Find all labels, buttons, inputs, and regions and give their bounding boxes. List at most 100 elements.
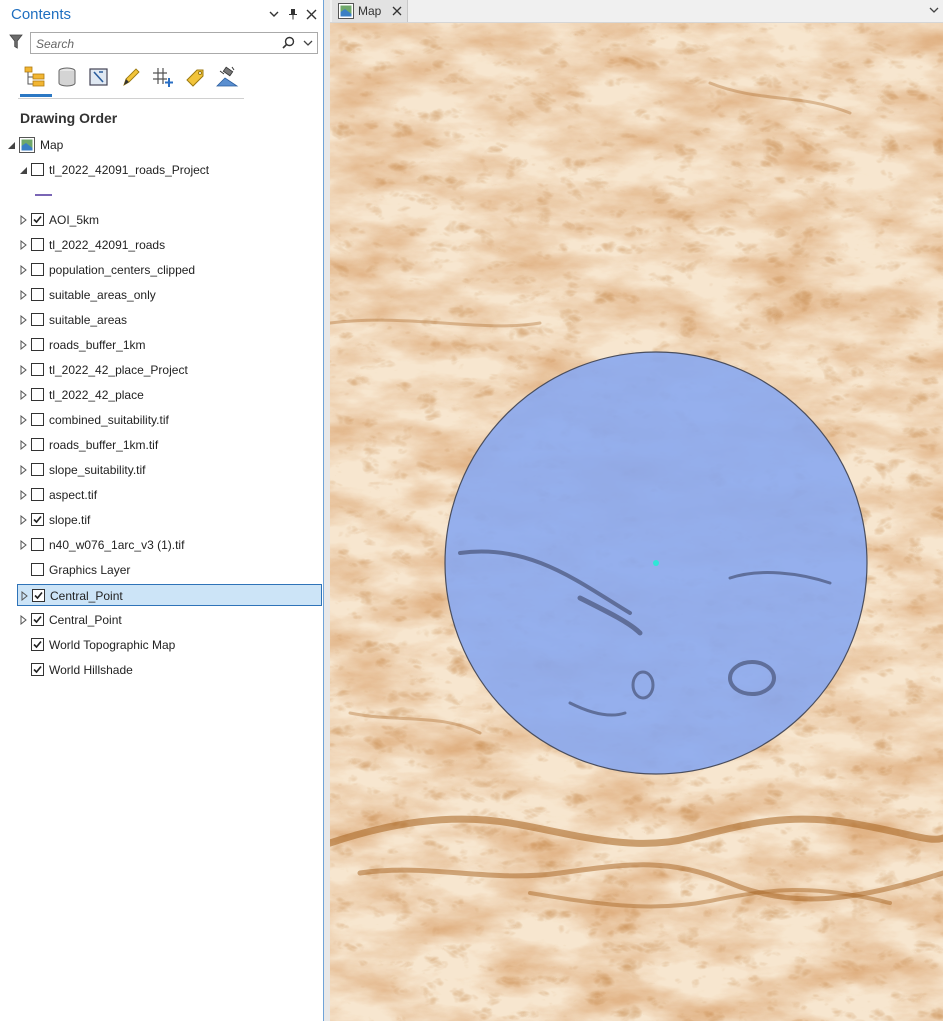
layer-row[interactable]: roads_buffer_1km.tif [0,434,324,456]
expand-arrow-icon[interactable] [19,290,28,300]
search-input[interactable] [34,34,278,54]
expand-arrow-icon[interactable] [19,615,28,625]
pin-icon[interactable] [285,6,301,22]
search-icon[interactable] [282,36,295,52]
layer-row[interactable]: slope_suitability.tif [0,459,324,481]
active-view-indicator [20,94,52,97]
filter-icon[interactable] [9,34,23,53]
layer-visibility-checkbox[interactable] [31,538,44,551]
expand-arrow-icon[interactable] [19,465,28,475]
drawing-order-heading: Drawing Order [20,110,118,126]
expand-arrow-icon[interactable] [19,490,28,500]
map-icon [19,137,35,153]
search-box[interactable] [30,32,318,54]
layer-name: Central_Point [49,613,122,627]
layer-name: population_centers_clipped [49,263,196,277]
layer-name: n40_w076_1arc_v3 (1).tif [49,538,185,552]
layer-visibility-checkbox[interactable] [31,313,44,326]
list-by-labeling-icon[interactable] [182,64,208,90]
expand-arrow-icon[interactable] [20,591,29,601]
layer-visibility-checkbox[interactable] [31,363,44,376]
map-canvas[interactable] [330,23,943,1021]
layer-visibility-checkbox[interactable] [31,413,44,426]
layer-visibility-checkbox[interactable] [31,563,44,576]
list-by-perspective-imagery-icon[interactable] [214,64,240,90]
layer-row[interactable]: Graphics Layer [0,559,324,581]
collapse-arrow-icon[interactable] [7,140,16,150]
layer-row[interactable]: slope.tif [0,509,324,531]
expand-arrow-icon[interactable] [19,415,28,425]
map-label: Map [40,138,64,152]
expand-arrow-icon[interactable] [19,515,28,525]
list-by-editing-icon[interactable] [118,64,144,90]
layer-visibility-checkbox[interactable] [31,163,44,176]
layer-row[interactable]: tl_2022_42091_roads_Project [0,159,324,181]
layer-name: AOI_5km [49,213,100,227]
layer-visibility-checkbox[interactable] [31,513,44,526]
expand-arrow-icon[interactable] [19,265,28,275]
layer-name: tl_2022_42091_roads [49,238,166,252]
pane-options-chevron-icon[interactable] [266,6,282,22]
layer-visibility-checkbox[interactable] [31,263,44,276]
layer-visibility-checkbox[interactable] [31,288,44,301]
layer-visibility-checkbox[interactable] [31,488,44,501]
layer-row[interactable]: aspect.tif [0,484,324,506]
layer-name: tl_2022_42_place [49,388,144,402]
contents-title: Contents [11,6,72,23]
list-by-source-icon[interactable] [54,64,80,90]
layer-name: Graphics Layer [49,563,131,577]
list-by-selection-icon[interactable] [86,64,112,90]
layer-visibility-checkbox[interactable] [31,238,44,251]
layer-row[interactable]: tl_2022_42091_roads [0,234,324,256]
layer-row[interactable]: tl_2022_42_place_Project [0,359,324,381]
map-tab[interactable]: Map [332,0,408,22]
central-point-marker[interactable] [653,560,659,566]
layer-name: aspect.tif [49,488,98,502]
search-dropdown-chevron-icon[interactable] [303,36,313,52]
checkmark-icon [33,515,42,524]
expand-arrow-icon[interactable] [19,215,28,225]
layer-visibility-checkbox[interactable] [31,388,44,401]
layer-visibility-checkbox[interactable] [31,613,44,626]
layer-row[interactable]: n40_w076_1arc_v3 (1).tif [0,534,324,556]
layer-row[interactable]: combined_suitability.tif [0,409,324,431]
layer-row[interactable]: tl_2022_42_place [0,384,324,406]
map-tab-label: Map [358,4,382,18]
layer-row[interactable]: World Topographic Map [0,634,324,656]
close-tab-icon[interactable] [392,6,402,16]
layer-row[interactable]: Central_Point [17,584,322,606]
list-by-drawing-order-icon[interactable] [22,64,48,90]
layer-visibility-checkbox[interactable] [31,638,44,651]
list-by-snapping-icon[interactable] [150,64,176,90]
layer-visibility-checkbox[interactable] [31,438,44,451]
close-pane-icon[interactable] [303,6,319,22]
layer-row[interactable]: roads_buffer_1km [0,334,324,356]
layer-visibility-checkbox[interactable] [31,463,44,476]
expand-arrow-icon[interactable] [19,365,28,375]
contents-toolbar [18,62,244,99]
layer-row[interactable]: World Hillshade [0,659,324,681]
layer-name: suitable_areas_only [49,288,156,302]
layer-visibility-checkbox[interactable] [31,663,44,676]
layer-row[interactable]: suitable_areas_only [0,284,324,306]
expand-arrow-icon[interactable] [19,540,28,550]
layer-row[interactable]: Central_Point [0,609,324,631]
layer-row[interactable]: population_centers_clipped [0,259,324,281]
contents-pane: Contents Search Drawing Order Map tl_202… [0,0,324,1021]
layer-row[interactable]: AOI_5km [0,209,324,231]
layer-visibility-checkbox[interactable] [31,213,44,226]
expand-arrow-icon[interactable] [19,390,28,400]
map-drawing [330,23,943,1021]
layer-name: World Topographic Map [49,638,176,652]
layer-name: tl_2022_42091_roads_Project [49,163,210,177]
expand-arrow-icon[interactable] [19,315,28,325]
layer-visibility-checkbox[interactable] [31,338,44,351]
layer-visibility-checkbox[interactable] [32,589,45,602]
layer-row[interactable]: suitable_areas [0,309,324,331]
collapse-arrow-icon[interactable] [19,165,28,175]
expand-arrow-icon[interactable] [19,240,28,250]
expand-arrow-icon[interactable] [19,340,28,350]
map-node[interactable]: Map [0,134,324,156]
tab-list-chevron-icon[interactable] [929,7,939,15]
expand-arrow-icon[interactable] [19,440,28,450]
